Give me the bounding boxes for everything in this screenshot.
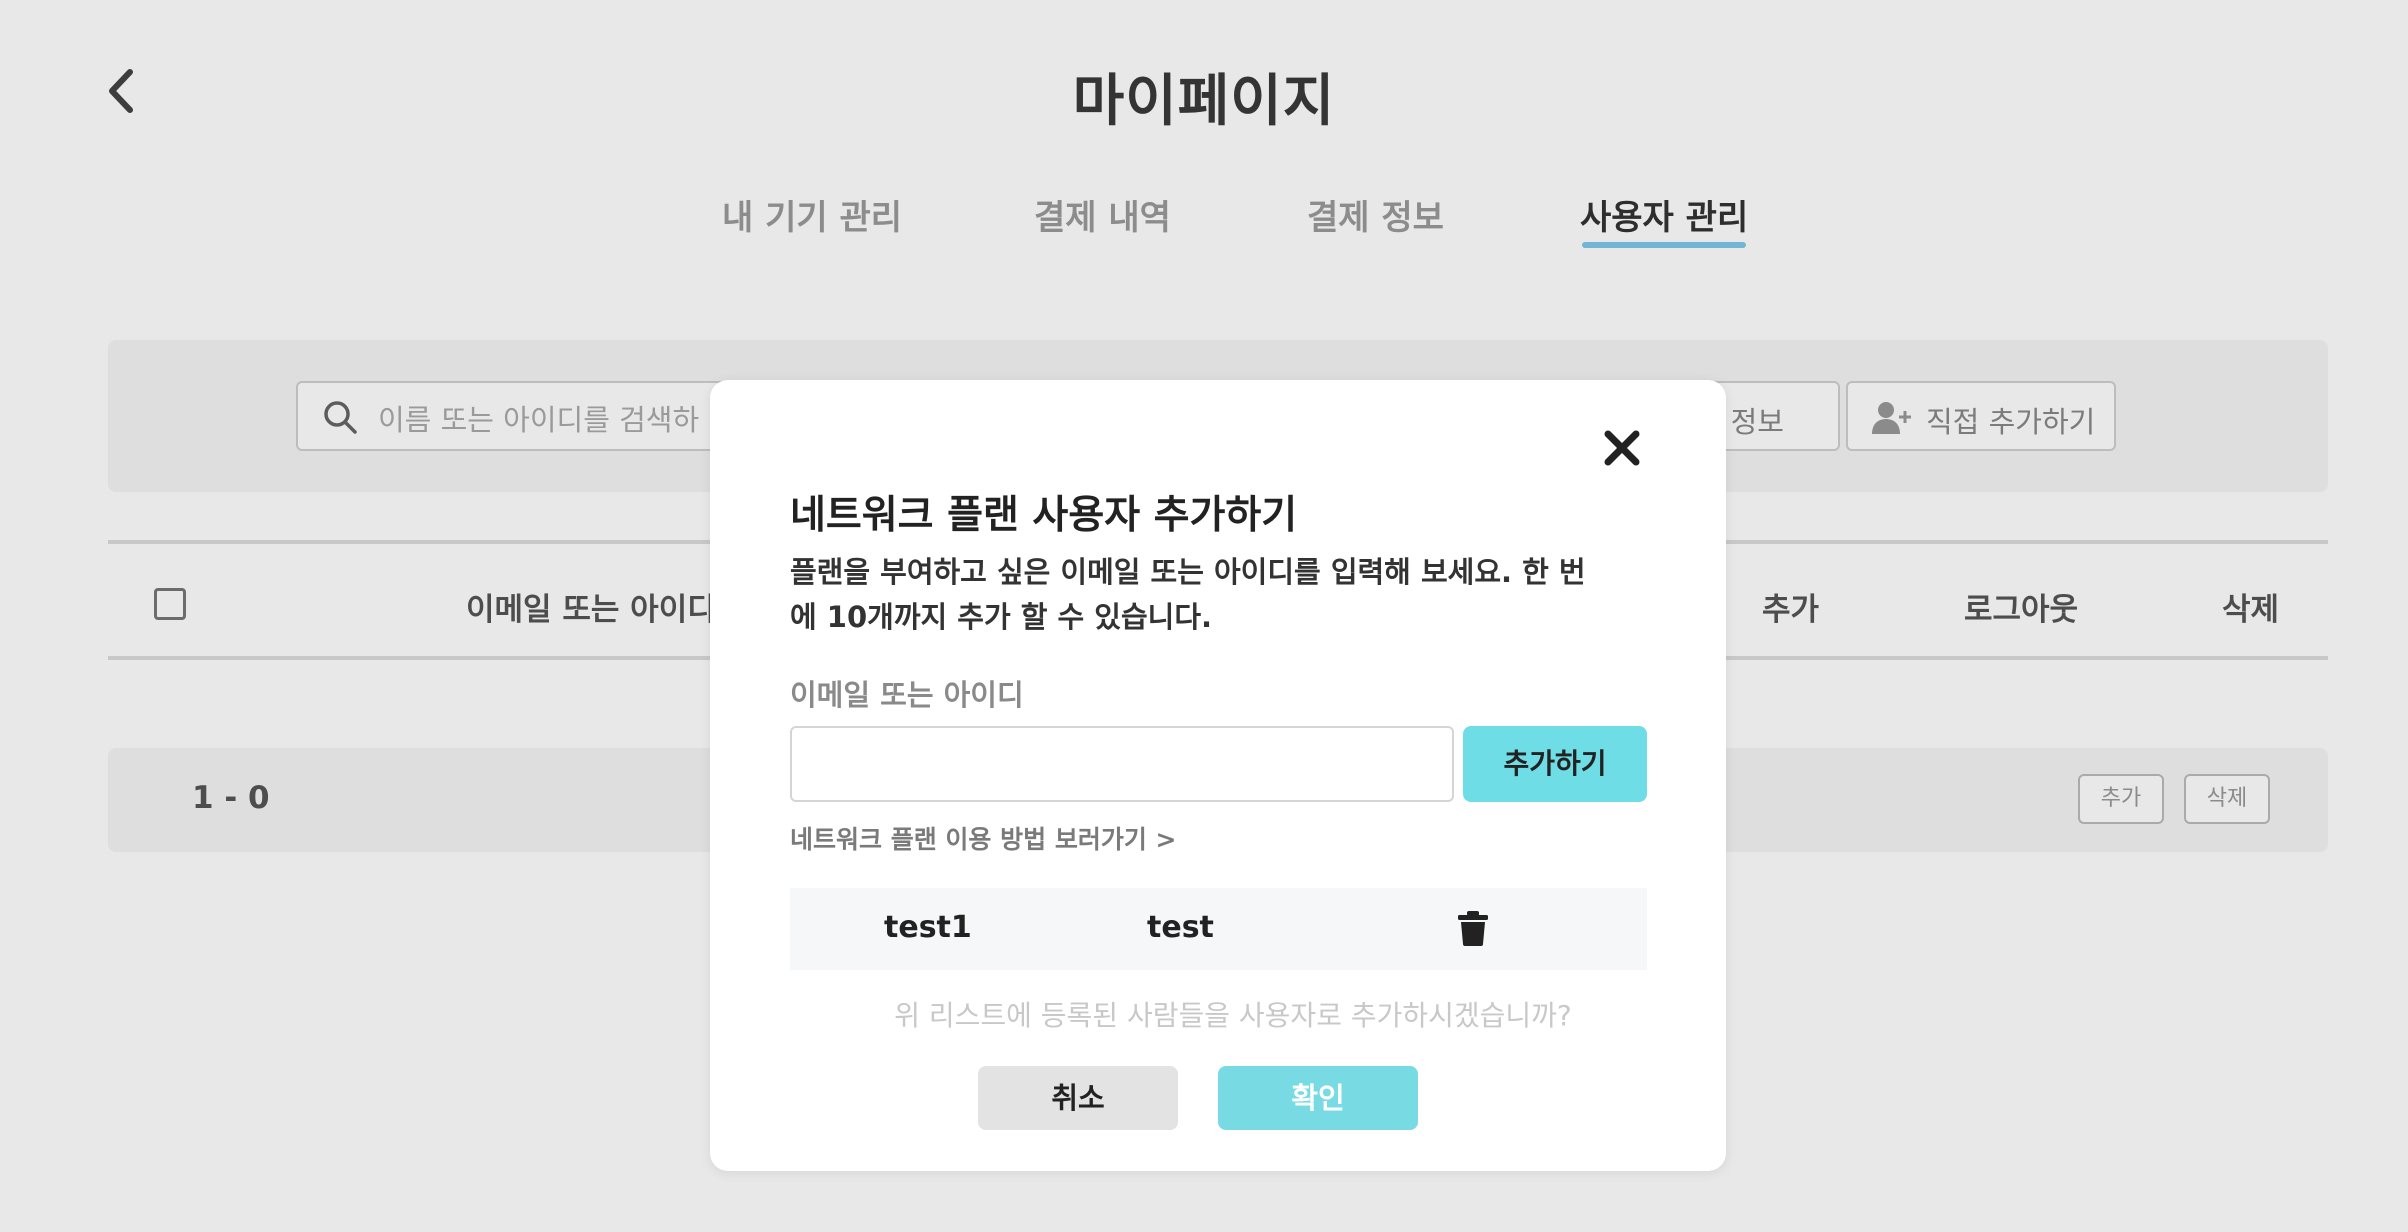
modal-title: 네트워크 플랜 사용자 추가하기 (790, 493, 1298, 538)
trash-icon[interactable] (1457, 910, 1489, 946)
email-field[interactable] (790, 726, 1454, 802)
email-field-label: 이메일 또는 아이디 (790, 678, 1024, 712)
cancel-button[interactable]: 취소 (978, 1066, 1178, 1130)
howto-link[interactable]: 네트워크 플랜 이용 방법 보러가기 > (790, 820, 1176, 856)
mypage: 마이페이지 내 기기 관리 결제 내역 결제 정보 사용자 관리 이름 또는 아… (0, 0, 2408, 1232)
confirm-question: 위 리스트에 등록된 사람들을 사용자로 추가하시겠습니까? (894, 999, 1572, 1032)
close-icon[interactable] (1598, 424, 1646, 472)
confirm-button[interactable]: 확인 (1218, 1066, 1418, 1130)
user-name: test (1147, 910, 1214, 945)
add-button[interactable]: 추가하기 (1463, 726, 1647, 802)
add-user-modal: 네트워크 플랜 사용자 추가하기 플랜을 부여하고 싶은 이메일 또는 아이디를… (710, 380, 1726, 1171)
user-id: test1 (884, 910, 972, 945)
list-item: test1 test (790, 888, 1647, 970)
modal-description: 플랜을 부여하고 싶은 이메일 또는 아이디를 입력해 보세요. 한 번에 10… (790, 555, 1586, 634)
